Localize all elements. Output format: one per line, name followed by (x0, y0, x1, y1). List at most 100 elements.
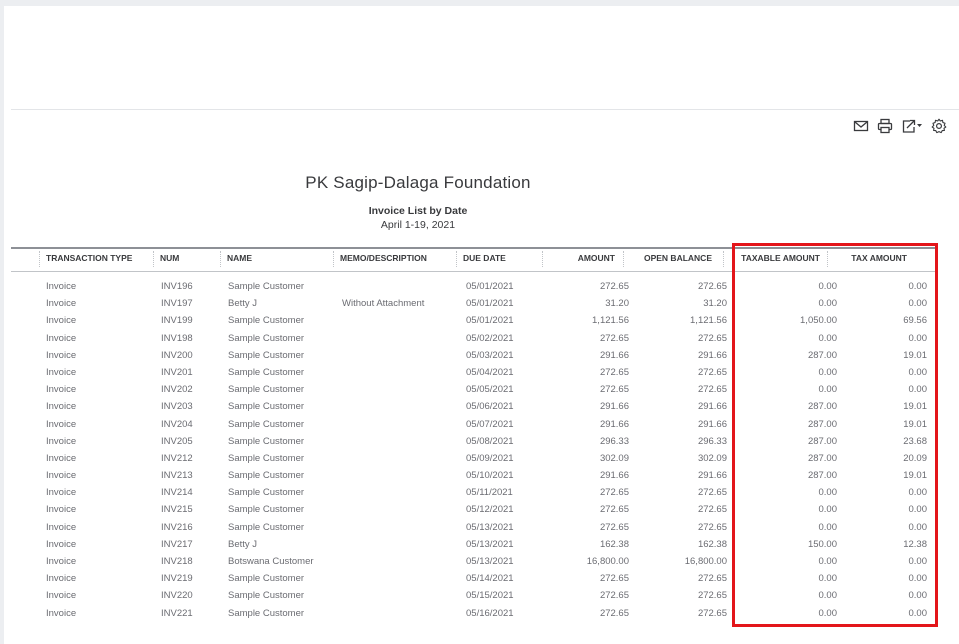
cell-name[interactable]: Sample Customer (228, 381, 338, 398)
column-separator (333, 251, 334, 267)
cell-name[interactable]: Sample Customer (228, 570, 338, 587)
cell-num[interactable]: INV202 (161, 381, 221, 398)
cell-name[interactable]: Sample Customer (228, 519, 338, 536)
cell-num[interactable]: INV213 (161, 467, 221, 484)
table-row[interactable]: Invoice INV203 Sample Customer 05/06/2021 29… (11, 398, 937, 415)
table-row[interactable]: Invoice INV214 Sample Customer 05/11/2021 27… (11, 484, 937, 501)
cell-name[interactable]: Botswana Customer (228, 553, 338, 570)
report-toolbar (11, 109, 959, 144)
cell-name[interactable]: Sample Customer (228, 347, 338, 364)
table-row[interactable]: Invoice INV218 Botswana Customer 05/13/2021… (11, 553, 937, 570)
cell-num[interactable]: INV197 (161, 295, 221, 312)
cell-name[interactable]: Sample Customer (228, 605, 338, 622)
table-row[interactable]: Invoice INV219 Sample Customer 05/14/2021 27… (11, 570, 937, 587)
cell-num[interactable]: INV214 (161, 484, 221, 501)
cell-name[interactable]: Betty J (228, 295, 338, 312)
cell-num[interactable]: INV217 (161, 536, 221, 553)
cell-name[interactable]: Sample Customer (228, 484, 338, 501)
table-row[interactable]: Invoice INV200 Sample Customer 05/03/2021 29… (11, 347, 937, 364)
cell-taxable-amount: 0.00 (818, 521, 838, 533)
cell-tax-amount: 0.00 (908, 332, 928, 344)
cell-taxable-amount: 0.00 (818, 504, 838, 516)
cell-tax-amount: 12.38 (903, 538, 927, 550)
cell-num[interactable]: INV205 (161, 433, 221, 450)
table-row[interactable]: Invoice INV196 Sample Customer 05/01/2021 27… (11, 278, 937, 295)
cell-num[interactable]: INV220 (161, 587, 221, 604)
cell-transaction-type: Invoice (46, 590, 77, 602)
cell-transaction-type: Invoice (46, 298, 77, 310)
export-icon[interactable] (901, 118, 923, 134)
table-row[interactable]: Invoice INV216 Sample Customer 05/13/2021 27… (11, 519, 937, 536)
cell-num[interactable]: INV215 (161, 501, 221, 518)
cell-amount: 272.65 (599, 590, 629, 602)
cell-due-date: 05/04/2021 (466, 366, 514, 378)
table-row[interactable]: Invoice INV197 Betty J Without Attachment 05… (11, 295, 937, 312)
cell-num[interactable]: INV219 (161, 570, 221, 587)
cell-num[interactable]: INV196 (161, 278, 221, 295)
table-row[interactable]: Invoice INV202 Sample Customer 05/05/2021 27… (11, 381, 937, 398)
print-icon[interactable] (877, 118, 893, 134)
table-row[interactable]: Invoice INV212 Sample Customer 05/09/2021 30… (11, 450, 937, 467)
table-row[interactable]: Invoice INV198 Sample Customer 05/02/2021 27… (11, 330, 937, 347)
column-header-taxable-amount[interactable]: TAXABLE AMOUNT (723, 249, 820, 271)
cell-name[interactable]: Betty J (228, 536, 338, 553)
report-date-range: April 1-19, 2021 (380, 219, 456, 231)
column-header-memo[interactable]: MEMO/DESCRIPTION (340, 249, 427, 271)
cell-num[interactable]: INV212 (161, 450, 221, 467)
column-header-amount[interactable]: AMOUNT (542, 249, 615, 271)
column-header-tax-amount[interactable]: TAX AMOUNT (827, 249, 907, 271)
cell-name[interactable]: Sample Customer (228, 330, 338, 347)
cell-due-date: 05/13/2021 (466, 521, 514, 533)
cell-open-balance: 272.65 (697, 487, 727, 499)
cell-open-balance: 291.66 (697, 349, 727, 361)
table-row[interactable]: Invoice INV204 Sample Customer 05/07/2021 29… (11, 416, 937, 433)
cell-name[interactable]: Sample Customer (228, 398, 338, 415)
cell-name[interactable]: Sample Customer (228, 467, 338, 484)
cell-open-balance: 272.65 (697, 366, 727, 378)
cell-num[interactable]: INV221 (161, 605, 221, 622)
table-row[interactable]: Invoice INV205 Sample Customer 05/08/2021 29… (11, 433, 937, 450)
cell-due-date: 05/15/2021 (466, 590, 514, 602)
cell-num[interactable]: INV199 (161, 312, 221, 329)
cell-num[interactable]: INV204 (161, 416, 221, 433)
cell-name[interactable]: Sample Customer (228, 364, 338, 381)
cell-tax-amount: 23.68 (903, 435, 927, 447)
column-header-name[interactable]: NAME (227, 249, 252, 271)
cell-open-balance: 1,121.56 (690, 315, 727, 327)
cell-transaction-type: Invoice (46, 573, 77, 585)
table-row[interactable]: Invoice INV220 Sample Customer 05/15/2021 27… (11, 587, 937, 604)
table-row[interactable]: Invoice INV217 Betty J 05/13/2021 162.38 162.… (11, 536, 937, 553)
email-icon[interactable] (853, 118, 869, 134)
settings-icon[interactable] (931, 118, 947, 134)
cell-transaction-type: Invoice (46, 332, 77, 344)
cell-taxable-amount: 0.00 (818, 366, 838, 378)
cell-num[interactable]: INV218 (161, 553, 221, 570)
cell-taxable-amount: 0.00 (818, 298, 838, 310)
cell-due-date: 05/07/2021 (466, 418, 514, 430)
cell-name[interactable]: Sample Customer (228, 587, 338, 604)
table-row[interactable]: Invoice INV199 Sample Customer 05/01/2021 1,… (11, 312, 937, 329)
cell-name[interactable]: Sample Customer (228, 278, 338, 295)
cell-num[interactable]: INV216 (161, 519, 221, 536)
table-row[interactable]: Invoice INV213 Sample Customer 05/10/2021 29… (11, 467, 937, 484)
column-header-transaction-type[interactable]: TRANSACTION TYPE (46, 249, 132, 271)
cell-name[interactable]: Sample Customer (228, 312, 338, 329)
column-header-num[interactable]: NUM (160, 249, 179, 271)
table-row[interactable]: Invoice INV215 Sample Customer 05/12/2021 27… (11, 501, 937, 518)
column-header-open-balance[interactable]: OPEN BALANCE (623, 249, 712, 271)
cell-num[interactable]: INV200 (161, 347, 221, 364)
cell-name[interactable]: Sample Customer (228, 450, 338, 467)
cell-name[interactable]: Sample Customer (228, 416, 338, 433)
cell-name[interactable]: Sample Customer (228, 501, 338, 518)
table-row[interactable]: Invoice INV201 Sample Customer 05/04/2021 27… (11, 364, 937, 381)
cell-taxable-amount: 287.00 (807, 435, 837, 447)
cell-num[interactable]: INV198 (161, 330, 221, 347)
cell-num[interactable]: INV201 (161, 364, 221, 381)
cell-num[interactable]: INV203 (161, 398, 221, 415)
table-row[interactable]: Invoice INV221 Sample Customer 05/16/2021 27… (11, 605, 937, 622)
cell-amount: 272.65 (599, 384, 629, 396)
cell-transaction-type: Invoice (46, 281, 77, 292)
column-header-due-date[interactable]: DUE DATE (463, 249, 506, 271)
cell-name[interactable]: Sample Customer (228, 433, 338, 450)
cell-tax-amount: 0.00 (908, 573, 928, 585)
